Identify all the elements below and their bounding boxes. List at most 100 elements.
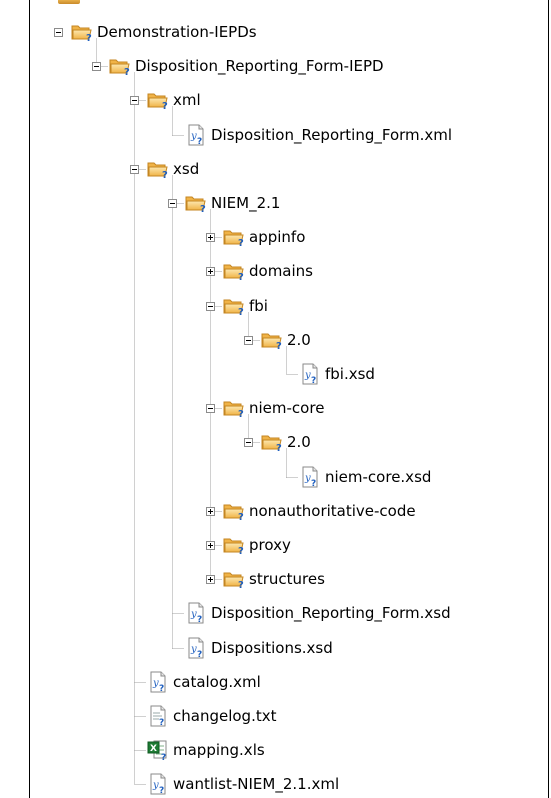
tree-item-label[interactable]: wantlist-NIEM_2.1.xml — [173, 774, 339, 794]
collapse-toggle[interactable] — [244, 438, 253, 448]
tree-item-label[interactable]: Demonstration-IEPDs — [97, 22, 257, 42]
svg-text:y: y — [190, 644, 197, 655]
svg-text:?: ? — [200, 204, 206, 214]
expand-toggle[interactable] — [206, 233, 215, 243]
collapse-toggle[interactable] — [206, 404, 215, 414]
collapse-toggle[interactable] — [130, 96, 139, 106]
tree-item-label[interactable]: appinfo — [249, 227, 305, 247]
tree-item-label[interactable]: fbi.xsd — [325, 364, 375, 384]
tree-item-icon: y ? — [185, 637, 207, 659]
folder-question-icon: ? — [71, 25, 92, 43]
tree-item-label[interactable]: changelog.txt — [173, 706, 276, 726]
xml-file-icon: y ? — [188, 124, 204, 146]
xml-file-icon: y ? — [302, 466, 318, 488]
folder-question-icon: ? — [147, 162, 168, 180]
svg-text:y: y — [304, 473, 311, 484]
tree-item-icon: ? — [109, 55, 131, 77]
tree-item-icon: X ? — [147, 739, 169, 761]
tree-item-label[interactable]: Disposition_Reporting_Form.xsd — [211, 603, 451, 623]
svg-text:?: ? — [238, 272, 244, 282]
tree-item-label[interactable]: xml — [173, 90, 201, 110]
expand-toggle[interactable] — [206, 267, 215, 277]
tree-item-label[interactable]: structures — [249, 569, 325, 589]
tree-item-label[interactable]: 2.0 — [287, 432, 311, 452]
tree-item-label[interactable]: 2.0 — [287, 330, 311, 350]
tree-item-label[interactable]: xsd — [173, 159, 199, 179]
folder-question-icon: ? — [261, 435, 282, 453]
text-file-icon: ? — [150, 705, 166, 727]
tree-item-label[interactable]: fbi — [249, 296, 268, 316]
folder-question-icon: ? — [223, 572, 244, 590]
tree-item-label[interactable]: niem-core.xsd — [325, 467, 431, 487]
tree-item-label[interactable]: mapping.xls — [173, 740, 265, 760]
tree-item-icon: ? — [223, 397, 245, 419]
tree-item-icon: ? — [261, 329, 283, 351]
xml-file-icon: y ? — [188, 602, 204, 624]
svg-text:?: ? — [238, 307, 244, 317]
tree-item-label[interactable]: catalog.xml — [173, 672, 261, 692]
tree-item-icon: ? — [223, 534, 245, 556]
tree-item-icon: ? — [223, 500, 245, 522]
tree-item-icon: ? — [147, 158, 169, 180]
tree-item-icon: y ? — [147, 773, 169, 795]
tree-panel: ? Demonstration-IEPDs ? Disposition_Repo… — [0, 0, 551, 798]
tree-item-icon: ? — [223, 260, 245, 282]
svg-text:X: X — [150, 744, 157, 754]
tree-item-icon: y ? — [299, 466, 321, 488]
folder-question-icon: ? — [261, 333, 282, 351]
svg-text:?: ? — [238, 409, 244, 419]
tree-item-icon: ? — [147, 89, 169, 111]
svg-text:?: ? — [238, 580, 244, 590]
svg-text:?: ? — [162, 101, 168, 111]
svg-text:?: ? — [311, 376, 316, 385]
tree-item-icon: y ? — [185, 602, 207, 624]
svg-text:?: ? — [238, 238, 244, 248]
tree-item-label[interactable]: niem-core — [249, 398, 324, 418]
svg-text:y: y — [304, 370, 311, 381]
svg-text:?: ? — [276, 443, 282, 453]
tree-item-label[interactable]: Disposition_Reporting_Form-IEPD — [135, 56, 384, 76]
tree-item-label[interactable]: domains — [249, 261, 313, 281]
xml-file-icon: y ? — [302, 363, 318, 385]
tree-item-label[interactable]: NIEM_2.1 — [211, 193, 280, 213]
collapse-toggle[interactable] — [206, 301, 215, 311]
tree-item-icon: ? — [223, 226, 245, 248]
collapse-toggle[interactable] — [244, 335, 253, 345]
xml-file-icon: y ? — [150, 773, 166, 795]
tree-item-icon: ? — [147, 705, 169, 727]
collapse-toggle[interactable] — [54, 28, 63, 37]
tree-item-icon: ? — [261, 431, 283, 453]
svg-text:y: y — [152, 780, 159, 791]
folder-question-icon: ? — [223, 401, 244, 419]
xml-file-icon: y ? — [150, 671, 166, 693]
collapse-toggle[interactable] — [92, 62, 101, 72]
svg-text:?: ? — [162, 170, 168, 180]
folder-question-icon: ? — [185, 196, 206, 214]
svg-text:y: y — [152, 678, 159, 689]
svg-text:?: ? — [197, 615, 202, 624]
svg-text:?: ? — [161, 753, 166, 761]
svg-text:?: ? — [197, 137, 202, 146]
folder-question-icon: ? — [147, 93, 168, 111]
tree-item-label[interactable]: Disposition_Reporting_Form.xml — [211, 125, 452, 145]
tree-item-icon: ? — [185, 192, 207, 214]
tree-item-label[interactable]: proxy — [249, 535, 291, 555]
expand-toggle[interactable] — [206, 541, 215, 550]
tree-item-label[interactable]: Dispositions.xsd — [211, 638, 333, 658]
folder-question-icon: ? — [223, 230, 244, 248]
collapse-toggle[interactable] — [130, 164, 139, 174]
svg-text:y: y — [190, 131, 197, 142]
tree-item-icon: ? — [223, 295, 245, 317]
xml-file-icon: y ? — [188, 637, 204, 659]
tree-item-label[interactable]: nonauthoritative-code — [249, 501, 416, 521]
tree-item-icon: y ? — [299, 363, 321, 385]
svg-text:?: ? — [238, 546, 244, 556]
svg-text:?: ? — [276, 341, 282, 351]
svg-text:?: ? — [124, 67, 130, 77]
expand-toggle[interactable] — [206, 506, 215, 516]
collapse-toggle[interactable] — [168, 199, 177, 208]
expand-toggle[interactable] — [206, 575, 215, 585]
svg-text:?: ? — [159, 786, 164, 795]
svg-text:?: ? — [197, 650, 202, 659]
tree-item-icon: y ? — [185, 124, 207, 146]
